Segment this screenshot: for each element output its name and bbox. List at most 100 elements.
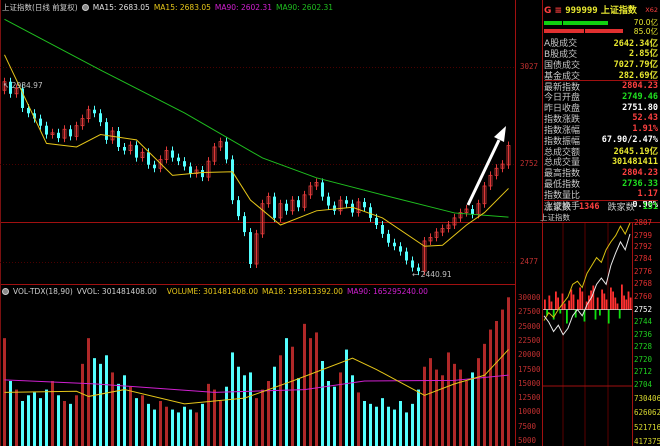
intraday-volume-tick: 417375 <box>634 436 660 446</box>
stock-code: 999999 <box>565 6 598 16</box>
intraday-tick: 2752 <box>634 304 653 314</box>
main-chart-header: 上证指数(日线 前复权) MA15: 2683.05 MA15: 2683.05… <box>2 2 333 13</box>
settings-circle-icon[interactable] <box>2 288 9 295</box>
candle <box>363 201 366 208</box>
candle <box>297 200 300 208</box>
low-annotation: ← 2440.91 <box>412 270 452 279</box>
intraday-volume-tick: 626062 <box>634 408 660 418</box>
volume-bar <box>447 352 450 446</box>
candle <box>45 125 48 135</box>
breadth-bar <box>581 291 584 310</box>
quote-panel: G ≡ 999999 上证指数 X62 70.0亿 85.0亿 A股成交 2642… <box>540 0 660 222</box>
breadth-bar <box>612 291 614 310</box>
breadth-bar <box>555 291 557 310</box>
volume-bar <box>399 401 402 446</box>
ma90-line <box>4 18 509 218</box>
breadth-bar <box>563 303 566 310</box>
volume-bar <box>21 401 24 446</box>
candle <box>381 224 384 234</box>
volume-bar <box>81 363 84 446</box>
volume-bar <box>99 363 102 446</box>
volume-bar <box>375 406 378 446</box>
volume-tick: 20000 <box>518 350 541 360</box>
candle <box>69 129 72 137</box>
volume-bar <box>69 403 72 446</box>
breadth-bar <box>599 309 601 316</box>
high-value: 2984.97 <box>11 81 43 90</box>
candle <box>333 205 336 211</box>
breadth-bar <box>623 295 625 310</box>
volume-tick: 22500 <box>518 336 541 345</box>
volume-bar <box>483 343 486 446</box>
volume-bar <box>33 392 36 446</box>
volume-bar <box>213 389 216 446</box>
breadth-bar <box>566 309 568 324</box>
volume-bar <box>315 332 318 446</box>
down-label: 跌家数 <box>607 203 635 213</box>
breadth-bar <box>557 297 559 310</box>
ma15-label: MA15: 2683.05 <box>92 3 150 12</box>
volume-tick: 27500 <box>518 307 541 317</box>
price-tick: 3027 <box>520 62 539 71</box>
breadth-bar <box>550 301 553 310</box>
volume-bars <box>3 297 510 446</box>
down-count: 131 <box>642 201 658 212</box>
candle <box>177 157 180 162</box>
intraday-tick: 2760 <box>634 291 653 301</box>
breadth-bar <box>572 294 575 310</box>
intraday-chart <box>543 222 633 446</box>
volume-bar <box>225 386 228 446</box>
volume-bar <box>87 338 90 446</box>
intraday-volume-tick: 730406 <box>634 394 660 403</box>
mini-white-line <box>543 233 631 336</box>
volume-bar <box>357 392 360 446</box>
candle <box>285 203 288 211</box>
candle <box>123 146 126 151</box>
volume-bar <box>51 381 54 446</box>
quote-value: 1.91% <box>632 124 658 135</box>
volume-bar <box>105 355 108 446</box>
volume-bar <box>57 395 60 446</box>
volume-bar <box>351 375 354 446</box>
volume-bar <box>459 369 462 446</box>
breadth-bar <box>577 299 579 310</box>
volume-bar <box>63 401 66 446</box>
breadth-bar <box>592 285 595 310</box>
candle <box>147 152 150 165</box>
volume-bar <box>327 381 330 446</box>
quote-value: 282.69亿 <box>618 71 658 82</box>
volume-ma90-line <box>4 374 509 393</box>
candle <box>369 207 372 218</box>
candle <box>99 113 102 123</box>
ma15-value: MA15: 2683.05 <box>153 3 211 12</box>
volume-bar <box>387 406 390 446</box>
breadth-bar <box>594 309 597 320</box>
code-prefix: G ≡ <box>544 6 563 16</box>
volume-bar <box>369 403 372 446</box>
intraday-tick: 2744 <box>634 317 653 327</box>
vvol-value: VVOL: 301481408.00 <box>76 287 157 296</box>
candle <box>321 182 324 197</box>
intraday-tick: 2799 <box>634 230 653 240</box>
volume-bar <box>291 346 294 446</box>
vol-ma18-value: MA18: 195813392.00 <box>262 287 343 296</box>
volume-bar <box>423 366 426 446</box>
quote-value: 2736.33 <box>622 178 658 189</box>
volume-bar <box>339 372 342 446</box>
settings-circle-icon[interactable] <box>81 4 89 11</box>
volume-bar <box>297 378 300 446</box>
volume-bar <box>363 401 366 446</box>
breadth-bar <box>621 284 623 310</box>
volume-bar <box>153 409 156 446</box>
volume-bar <box>111 372 114 446</box>
candle <box>201 170 204 178</box>
volume-bar <box>273 366 276 446</box>
volume-tick: 7500 <box>518 421 537 431</box>
quote-value: 2804.23 <box>622 81 658 92</box>
breadth-bar <box>561 293 564 310</box>
volume-tick: 30000 <box>518 293 541 303</box>
volume-value: VOLUME: 301481408.00 <box>166 287 258 296</box>
volume-bar <box>159 401 162 446</box>
volume-tick: 5000 <box>518 436 537 445</box>
candle <box>225 141 228 160</box>
